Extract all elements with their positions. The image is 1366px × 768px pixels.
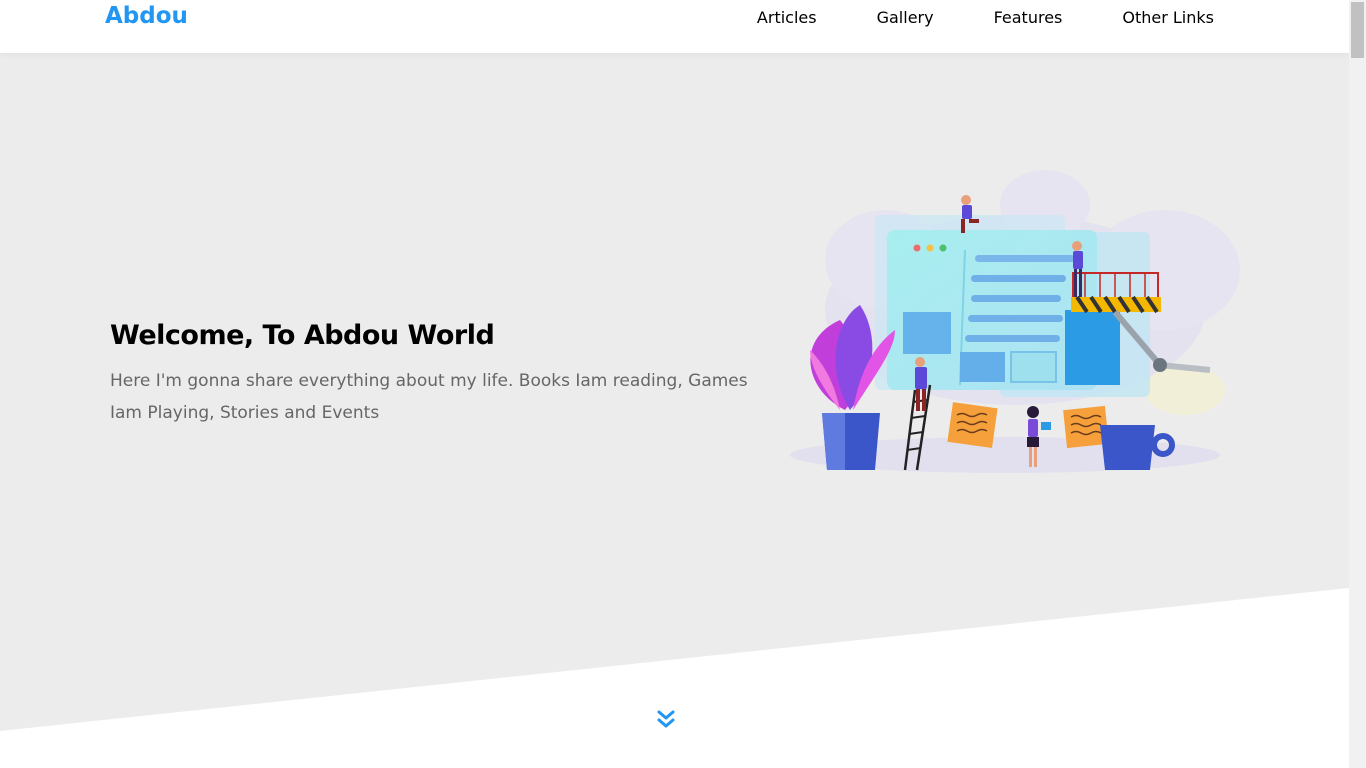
web-development-illustration <box>790 170 1240 473</box>
nav-link-gallery[interactable]: Gallery <box>847 8 964 27</box>
nav-link-articles[interactable]: Articles <box>727 8 847 27</box>
hero-text: Welcome, To Abdou World Here I'm gonna s… <box>110 320 750 429</box>
nav-link-other-links[interactable]: Other Links <box>1092 8 1214 27</box>
nav-link-features[interactable]: Features <box>964 8 1093 27</box>
main-nav: Articles Gallery Features Other Links <box>727 0 1214 35</box>
site-header: Abdou Articles Gallery Features Other Li… <box>0 0 1349 53</box>
hero-description: Here I'm gonna share everything about my… <box>110 371 748 423</box>
site-logo[interactable]: Abdou <box>105 3 188 29</box>
hero-title: Welcome, To Abdou World <box>110 320 495 351</box>
page: Abdou Articles Gallery Features Other Li… <box>0 0 1349 768</box>
scrollbar-thumb[interactable] <box>1351 2 1364 58</box>
page-scrollbar[interactable] <box>1349 0 1366 768</box>
double-chevron-down-icon[interactable] <box>654 708 678 732</box>
